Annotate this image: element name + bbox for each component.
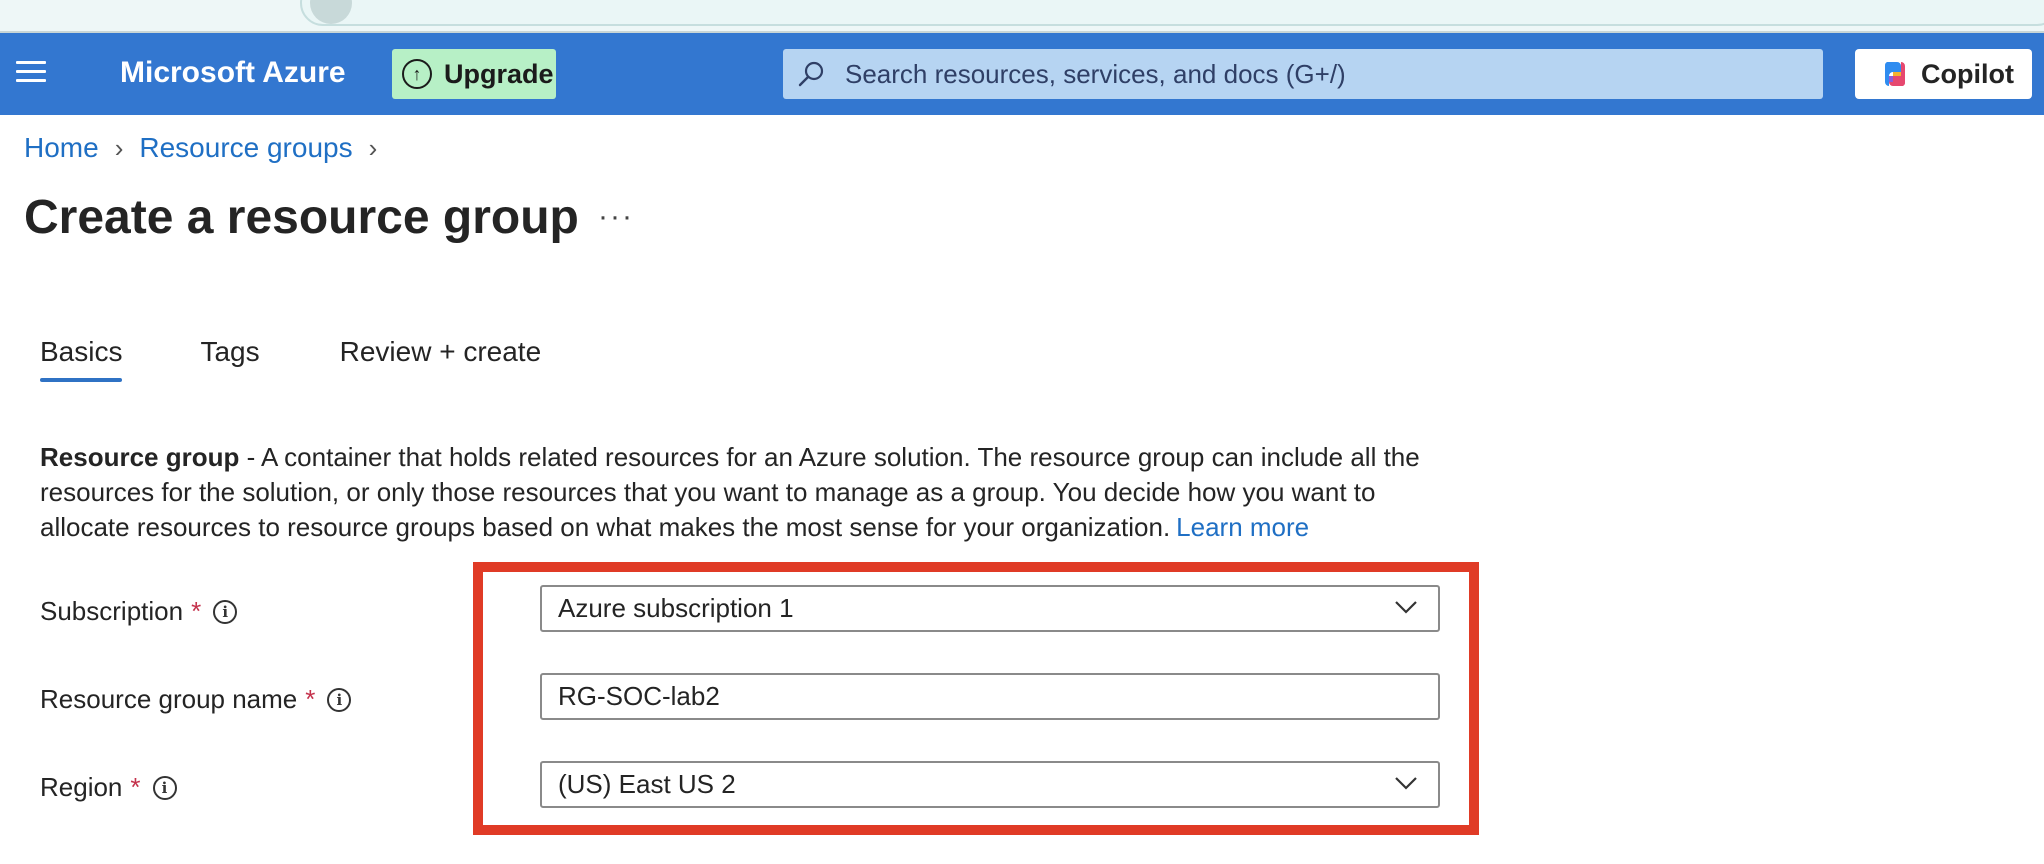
tab-bar: Basics Tags Review + create	[40, 336, 541, 382]
info-icon[interactable]: i	[152, 775, 177, 800]
arrow-up-circle-icon: ↑	[402, 59, 432, 89]
region-select[interactable]: (US) East US 2	[540, 761, 1440, 808]
subscription-label: Subscription * i	[40, 596, 238, 627]
subscription-select[interactable]: Azure subscription 1	[540, 585, 1440, 632]
required-marker: *	[130, 772, 141, 802]
menu-icon[interactable]	[16, 61, 46, 85]
resource-group-name-label-text: Resource group name	[40, 684, 298, 714]
info-icon[interactable]: i	[213, 599, 238, 624]
upgrade-label: Upgrade	[444, 58, 554, 89]
learn-more-link[interactable]: Learn more	[1176, 512, 1309, 542]
tab-review-create[interactable]: Review + create	[340, 336, 542, 382]
required-marker: *	[305, 684, 316, 714]
more-options-icon[interactable]: ···	[598, 200, 634, 234]
resource-group-description: Resource group - A container that holds …	[40, 440, 1460, 545]
search-icon	[798, 61, 824, 87]
region-label-text: Region	[40, 772, 123, 802]
subscription-value: Azure subscription 1	[558, 593, 794, 623]
search-placeholder: Search resources, services, and docs (G+…	[845, 58, 1346, 89]
browser-address-strip	[0, 0, 2044, 33]
breadcrumb-home[interactable]: Home	[24, 132, 99, 164]
tab-tags[interactable]: Tags	[200, 336, 259, 382]
resource-group-name-value: RG-SOC-lab2	[558, 681, 720, 711]
chevron-right-icon: ›	[114, 132, 124, 163]
breadcrumb-resource-groups[interactable]: Resource groups	[139, 132, 352, 164]
copilot-icon	[1884, 62, 1906, 86]
copilot-label: Copilot	[1921, 58, 2014, 89]
region-value: (US) East US 2	[558, 769, 736, 799]
azure-top-bar: Microsoft Azure ↑ Upgrade Search resourc…	[0, 33, 2044, 115]
chevron-down-icon	[1395, 601, 1417, 614]
description-heading: Resource group	[40, 442, 240, 472]
resource-group-name-label: Resource group name * i	[40, 684, 352, 715]
global-search-input[interactable]: Search resources, services, and docs (G+…	[783, 49, 1823, 99]
chevron-down-icon	[1395, 777, 1417, 790]
tab-basics[interactable]: Basics	[40, 336, 123, 382]
breadcrumb: Home › Resource groups ›	[24, 132, 393, 164]
subscription-label-text: Subscription	[40, 596, 184, 626]
info-icon[interactable]: i	[327, 687, 352, 712]
chevron-right-icon: ›	[368, 132, 378, 163]
page-title: Create a resource group	[24, 191, 579, 244]
upgrade-button[interactable]: ↑ Upgrade	[392, 49, 556, 99]
region-label: Region * i	[40, 772, 177, 803]
resource-group-name-input[interactable]: RG-SOC-lab2	[540, 673, 1440, 720]
brand-title[interactable]: Microsoft Azure	[120, 55, 346, 91]
required-marker: *	[191, 596, 202, 626]
browser-url-bar[interactable]	[300, 0, 2044, 26]
copilot-button[interactable]: Copilot	[1855, 49, 2032, 99]
